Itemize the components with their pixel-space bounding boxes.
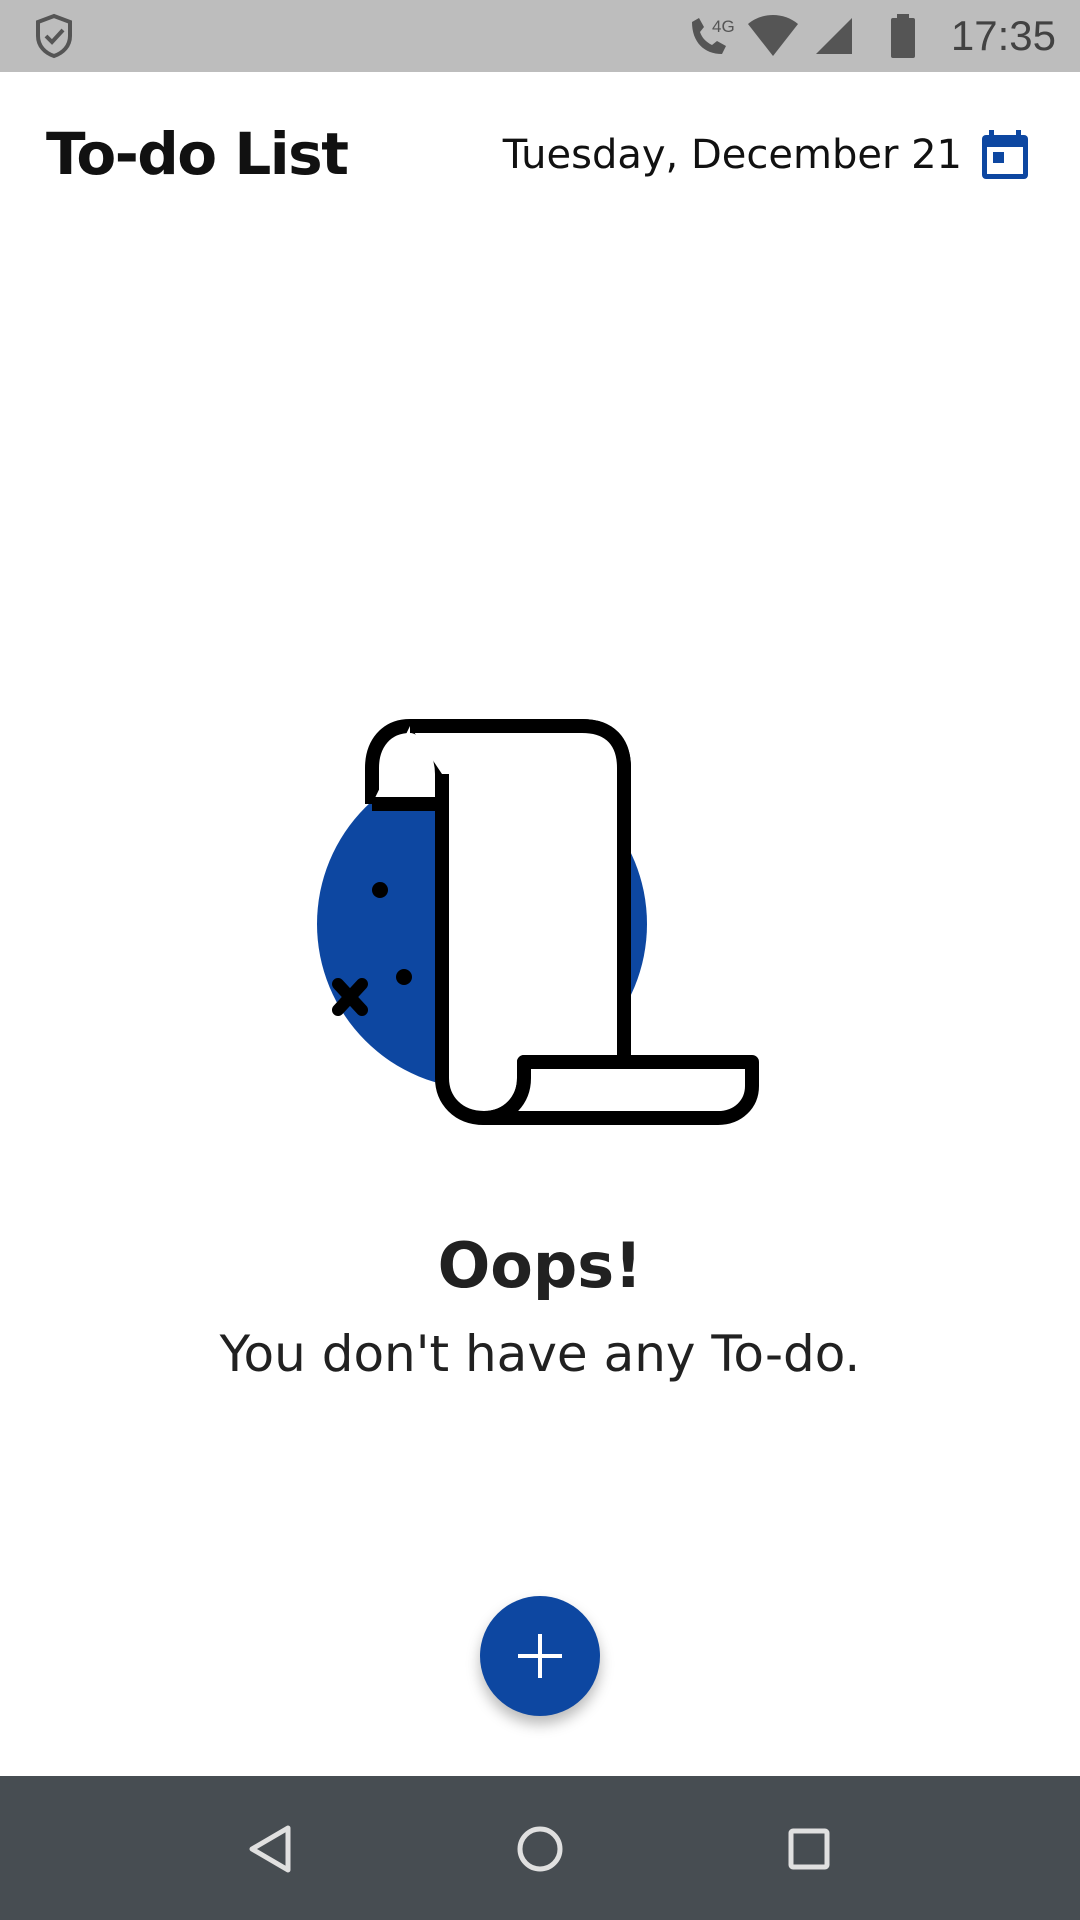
empty-state-title: Oops! (437, 1229, 643, 1302)
dot-shape (372, 882, 388, 898)
scroll-illustration (317, 719, 759, 1125)
add-todo-button[interactable] (480, 1596, 600, 1716)
wifi-icon (748, 15, 798, 56)
dot-shape (396, 969, 412, 985)
navigation-bar (0, 1776, 1080, 1920)
status-time: 17:35 (950, 12, 1056, 59)
home-button[interactable] (495, 1804, 585, 1894)
cell-signal-icon (816, 18, 852, 54)
network-label: 4G (712, 17, 735, 36)
battery-icon (891, 14, 915, 58)
calendar-button[interactable] (978, 128, 1032, 182)
back-button[interactable] (226, 1804, 316, 1894)
recents-button[interactable] (764, 1804, 854, 1894)
page-title: To-do List (46, 120, 349, 188)
wifi-call-icon: 4G (692, 17, 735, 54)
back-icon (249, 1825, 291, 1873)
status-bar: 4G 17:35 (0, 0, 1080, 72)
current-date: Tuesday, December 21 (502, 132, 962, 178)
shield-check-icon (36, 13, 72, 59)
home-icon (517, 1826, 563, 1872)
plus-icon (518, 1634, 562, 1678)
calendar-icon (982, 130, 1028, 179)
empty-state-message: You don't have any To-do. (219, 1325, 861, 1383)
recents-icon (788, 1828, 830, 1870)
